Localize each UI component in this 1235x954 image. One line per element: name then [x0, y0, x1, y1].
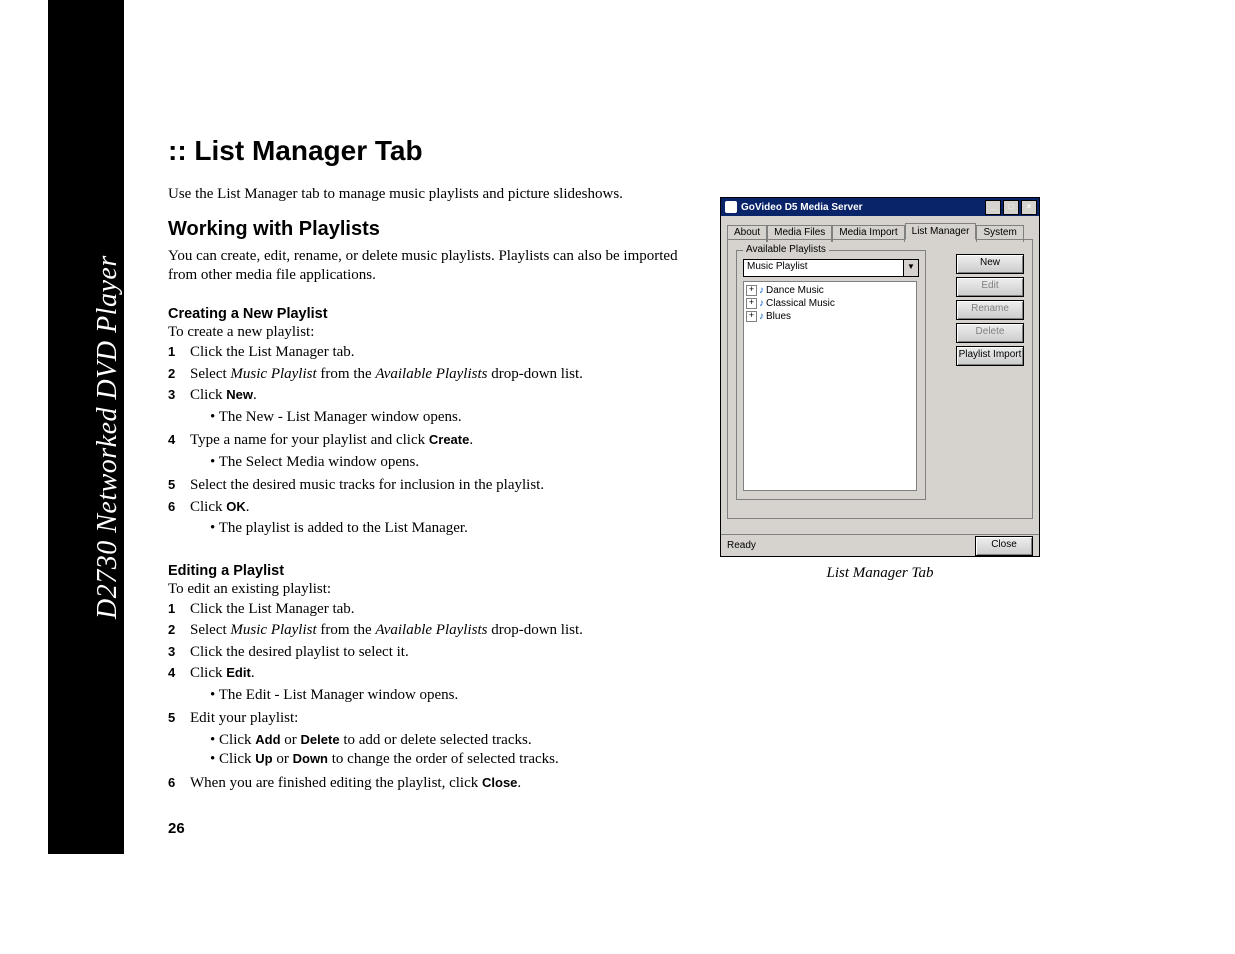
fieldset-legend: Available Playlists [743, 244, 829, 255]
window-title: GoVideo D5 Media Server [741, 202, 863, 213]
step-text: Select the desired music tracks for incl… [190, 476, 708, 496]
music-icon: ♪ [759, 285, 764, 296]
page-title: :: List Manager Tab [168, 135, 708, 167]
step-number: 3 [168, 386, 190, 429]
close-button[interactable]: Close [975, 536, 1033, 556]
playlist-type-dropdown[interactable]: Music Playlist ▼ [743, 259, 919, 277]
close-window-button[interactable]: × [1021, 200, 1037, 215]
subsection-creating-playlist: Creating a New Playlist [168, 306, 708, 322]
figure-caption: List Manager Tab [720, 565, 1040, 582]
step-text: Click the List Manager tab. [190, 600, 708, 620]
new-button[interactable]: New [956, 254, 1024, 274]
step-number: 6 [168, 774, 190, 794]
substep-text: The playlist is added to the List Manage… [210, 519, 708, 539]
step-number: 3 [168, 643, 190, 663]
create-steps: 1 Click the List Manager tab. 2 Select M… [168, 343, 708, 541]
window-statusbar: Ready Close [721, 534, 1039, 556]
status-text: Ready [727, 540, 756, 551]
step-text: Click Edit. The Edit - List Manager wind… [190, 664, 708, 707]
chevron-down-icon[interactable]: ▼ [903, 260, 918, 276]
tree-item[interactable]: +♪Classical Music [746, 297, 914, 310]
substep-text: The New - List Manager window opens. [210, 408, 708, 428]
subsection-editing-playlist: Editing a Playlist [168, 563, 708, 579]
step-number: 1 [168, 600, 190, 620]
edit-lead: To edit an existing playlist: [168, 581, 708, 598]
app-icon [725, 201, 737, 213]
step-number: 4 [168, 664, 190, 707]
step-text: Click the desired playlist to select it. [190, 643, 708, 663]
step-number: 5 [168, 709, 190, 772]
rename-button[interactable]: Rename [956, 300, 1024, 320]
step-text: When you are finished editing the playli… [190, 774, 708, 794]
expand-icon[interactable]: + [746, 298, 757, 309]
expand-icon[interactable]: + [746, 311, 757, 322]
substep-text: The Select Media window opens. [210, 453, 708, 473]
substep-text: The Edit - List Manager window opens. [210, 686, 708, 706]
step-text: Type a name for your playlist and click … [190, 431, 708, 474]
substep-text: Click Up or Down to change the order of … [210, 750, 708, 770]
delete-button[interactable]: Delete [956, 323, 1024, 343]
maximize-button[interactable]: □ [1003, 200, 1019, 215]
step-text: Edit your playlist: Click Add or Delete … [190, 709, 708, 772]
expand-icon[interactable]: + [746, 285, 757, 296]
step-number: 5 [168, 476, 190, 496]
page-number: 26 [168, 820, 185, 837]
step-number: 2 [168, 365, 190, 385]
step-text: Select Music Playlist from the Available… [190, 621, 708, 641]
tab-panel: Available Playlists Music Playlist ▼ +♪D… [727, 239, 1033, 519]
tab-strip: About Media Files Media Import List Mana… [727, 223, 1033, 240]
edit-button[interactable]: Edit [956, 277, 1024, 297]
intro-paragraph: Use the List Manager tab to manage music… [168, 185, 698, 204]
step-number: 2 [168, 621, 190, 641]
tree-item-label: Dance Music [766, 285, 824, 296]
main-content: :: List Manager Tab Use the List Manager… [168, 135, 708, 795]
tab-list-manager[interactable]: List Manager [905, 223, 977, 240]
music-icon: ♪ [759, 311, 764, 322]
music-icon: ♪ [759, 298, 764, 309]
step-number: 1 [168, 343, 190, 363]
section-working-with-playlists: Working with Playlists [168, 218, 708, 241]
tree-item[interactable]: +♪Blues [746, 310, 914, 323]
minimize-button[interactable]: _ [985, 200, 1001, 215]
tree-item-label: Blues [766, 311, 791, 322]
action-button-column: New Edit Rename Delete Playlist Import [956, 254, 1024, 366]
tree-item-label: Classical Music [766, 298, 835, 309]
step-number: 4 [168, 431, 190, 474]
playlist-tree[interactable]: +♪Dance Music +♪Classical Music +♪Blues [743, 281, 917, 491]
step-text: Click the List Manager tab. [190, 343, 708, 363]
step-text: Click New. The New - List Manager window… [190, 386, 708, 429]
playlist-import-button[interactable]: Playlist Import [956, 346, 1024, 366]
create-lead: To create a new playlist: [168, 324, 708, 341]
step-text: Click OK. The playlist is added to the L… [190, 498, 708, 541]
substep-text: Click Add or Delete to add or delete sel… [210, 731, 708, 751]
available-playlists-fieldset: Available Playlists Music Playlist ▼ +♪D… [736, 250, 926, 500]
tree-item[interactable]: +♪Dance Music [746, 284, 914, 297]
sidebar-product-label: D2730 Networked DVD Player [48, 0, 124, 854]
playlists-paragraph: You can create, edit, rename, or delete … [168, 247, 698, 285]
dropdown-value: Music Playlist [744, 260, 903, 276]
edit-steps: 1 Click the List Manager tab. 2 Select M… [168, 600, 708, 794]
screenshot-window: GoVideo D5 Media Server _ □ × About Medi… [720, 197, 1040, 557]
window-titlebar: GoVideo D5 Media Server _ □ × [721, 198, 1039, 216]
step-number: 6 [168, 498, 190, 541]
step-text: Select Music Playlist from the Available… [190, 365, 708, 385]
